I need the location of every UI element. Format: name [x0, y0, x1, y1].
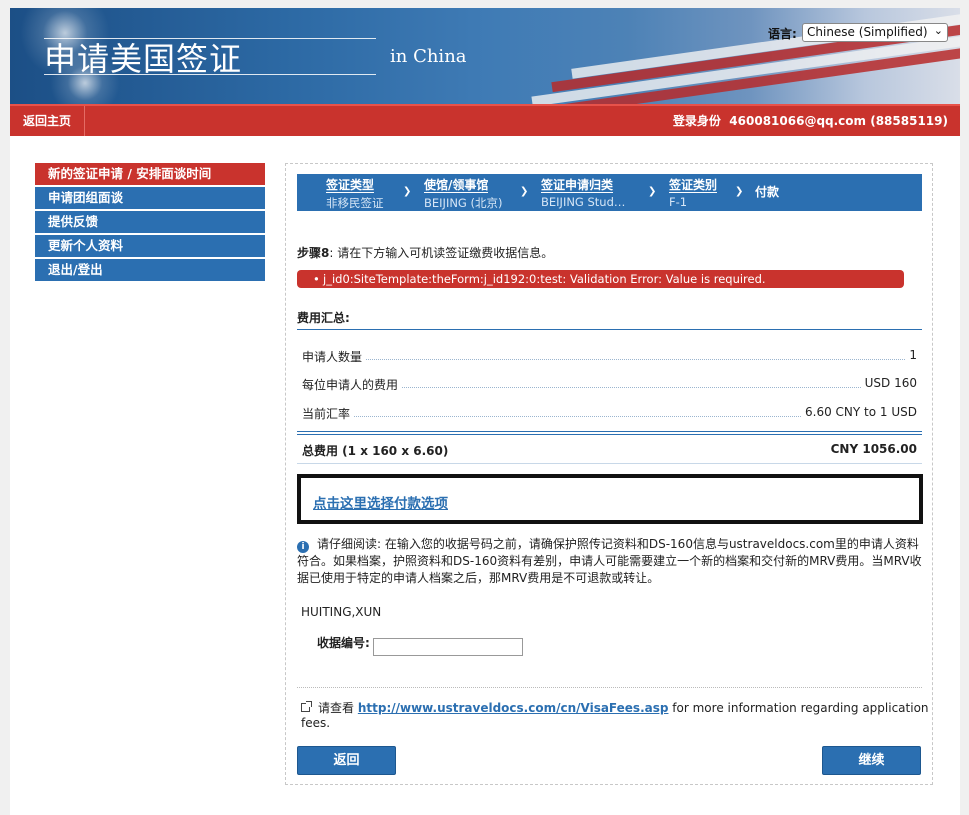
step-visa-class: 签证类别 F-1 — [669, 178, 718, 209]
fee-row: 每位申请人的费用 USD 160 — [302, 376, 917, 393]
sidebar-item-update-profile[interactable]: 更新个人资料 — [35, 235, 265, 257]
notice-text: 请仔细阅读: 在输入您的收据号码之前，请确保护照传记资料和DS-160信息与us… — [297, 537, 922, 585]
external-link-icon — [301, 701, 312, 712]
page: 申请美国签证 in China 语言: Chinese (Simplified)… — [10, 8, 960, 815]
fee-value: USD 160 — [860, 376, 917, 390]
sidebar-item-feedback[interactable]: 提供反馈 — [35, 211, 265, 233]
payment-options-box: 点击这里选择付款选项 — [297, 474, 923, 524]
chevron-down-icon: ⌄ — [933, 24, 943, 37]
chevron-right-icon: ❯ — [735, 186, 744, 197]
receipt-label: 收据编号: — [317, 636, 370, 650]
divider — [297, 329, 922, 330]
title-rule — [44, 74, 376, 75]
divider — [297, 463, 922, 464]
validation-error: • j_id0:SiteTemplate:theForm:j_id192:0:t… — [297, 270, 904, 288]
receipt-number-input[interactable] — [373, 638, 523, 656]
step-category: 签证申请归类 BEIJING Stud… — [541, 178, 625, 209]
step-instruction-text: : 请在下方输入可机读签证缴费收据信息。 — [329, 246, 554, 260]
step-title: 签证申请归类 — [541, 178, 614, 193]
fees-info: 请查看 http://www.ustraveldocs.com/cn/VisaF… — [301, 699, 932, 730]
fee-row: 申请人数量 1 — [302, 348, 917, 365]
fee-label: 申请人数量 — [302, 348, 367, 365]
fees-info-prefix: 请查看 — [318, 701, 355, 715]
login-label: 登录身份 — [672, 114, 721, 128]
applicant-name: HUITING,XUN — [301, 605, 382, 619]
header-banner: 申请美国签证 in China 语言: Chinese (Simplified)… — [10, 8, 960, 104]
fee-total-label: 总费用 (1 x 160 x 6.60) — [302, 444, 449, 458]
main-panel: 签证类型 非移民签证 ❯ 使馆/领事馆 BEIJING (北京) ❯ 签证申请归… — [285, 163, 933, 785]
language-select-value: Chinese (Simplified) — [807, 25, 928, 39]
notice: i 请仔细阅读: 在输入您的收据号码之前，请确保护照传记资料和DS-160信息与u… — [297, 536, 922, 587]
divider — [297, 431, 922, 432]
chevron-right-icon: ❯ — [403, 186, 412, 197]
step-title: 付款 — [755, 185, 780, 199]
step-title: 使馆/领事馆 — [424, 178, 489, 193]
divider — [297, 434, 922, 435]
continue-button[interactable]: 继续 — [822, 746, 921, 775]
language-select[interactable]: Chinese (Simplified) ⌄ — [802, 23, 948, 42]
sidebar-item-logout[interactable]: 退出/登出 — [35, 259, 265, 281]
step-value: 非移民签证 — [326, 196, 384, 210]
home-link[interactable]: 返回主页 — [10, 106, 86, 136]
progress-steps: 签证类型 非移民签证 ❯ 使馆/领事馆 BEIJING (北京) ❯ 签证申请归… — [297, 174, 922, 211]
fee-total-value: CNY 1056.00 — [830, 442, 917, 456]
login-user: 460081066@qq.com (88585119) — [729, 114, 948, 128]
leader-dots — [302, 359, 917, 360]
step-value: BEIJING Stud… — [541, 195, 626, 209]
info-icon: i — [297, 541, 309, 553]
step-value: F-1 — [669, 195, 688, 209]
fee-row: 当前汇率 6.60 CNY to 1 USD — [302, 405, 917, 422]
fee-value: 6.60 CNY to 1 USD — [801, 405, 917, 419]
error-message: j_id0:SiteTemplate:theForm:j_id192:0:tes… — [323, 272, 766, 286]
payment-options-link[interactable]: 点击这里选择付款选项 — [313, 492, 448, 512]
fee-label: 当前汇率 — [302, 405, 355, 422]
chevron-right-icon: ❯ — [520, 186, 529, 197]
step-title: 签证类型 — [326, 178, 375, 193]
top-nav-bar: 返回主页 登录身份 460081066@qq.com (88585119) — [10, 104, 960, 136]
step-visa-type: 签证类型 非移民签证 — [326, 178, 384, 211]
step-value: BEIJING (北京) — [424, 196, 503, 210]
chevron-right-icon: ❯ — [648, 186, 657, 197]
divider — [297, 687, 922, 688]
login-identity: 登录身份 460081066@qq.com (88585119) — [673, 106, 948, 136]
fee-total: 总费用 (1 x 160 x 6.60) CNY 1056.00 — [302, 442, 917, 459]
sidebar-item-group-interview[interactable]: 申请团组面谈 — [35, 187, 265, 209]
step-number: 步骤8 — [297, 246, 330, 260]
step-payment: 付款 — [755, 183, 779, 200]
language-label: 语言: — [768, 27, 797, 41]
fee-label: 每位申请人的费用 — [302, 376, 403, 393]
step-title: 签证类别 — [669, 178, 718, 193]
back-button[interactable]: 返回 — [297, 746, 396, 775]
sidebar: 新的签证申请 / 安排面谈时间 申请团组面谈 提供反馈 更新个人资料 退出/登出 — [35, 163, 265, 283]
step-instruction: 步骤8: 请在下方输入可机读签证缴费收据信息。 — [297, 244, 553, 261]
site-subtitle: in China — [390, 46, 467, 67]
visa-fees-link[interactable]: http://www.ustraveldocs.com/cn/VisaFees.… — [358, 701, 669, 715]
step-post: 使馆/领事馆 BEIJING (北京) — [424, 178, 502, 211]
fee-summary-title: 费用汇总: — [297, 311, 350, 325]
sidebar-item-new-application[interactable]: 新的签证申请 / 安排面谈时间 — [35, 163, 265, 185]
fee-value: 1 — [905, 348, 917, 362]
bullet-icon: • — [313, 272, 320, 286]
